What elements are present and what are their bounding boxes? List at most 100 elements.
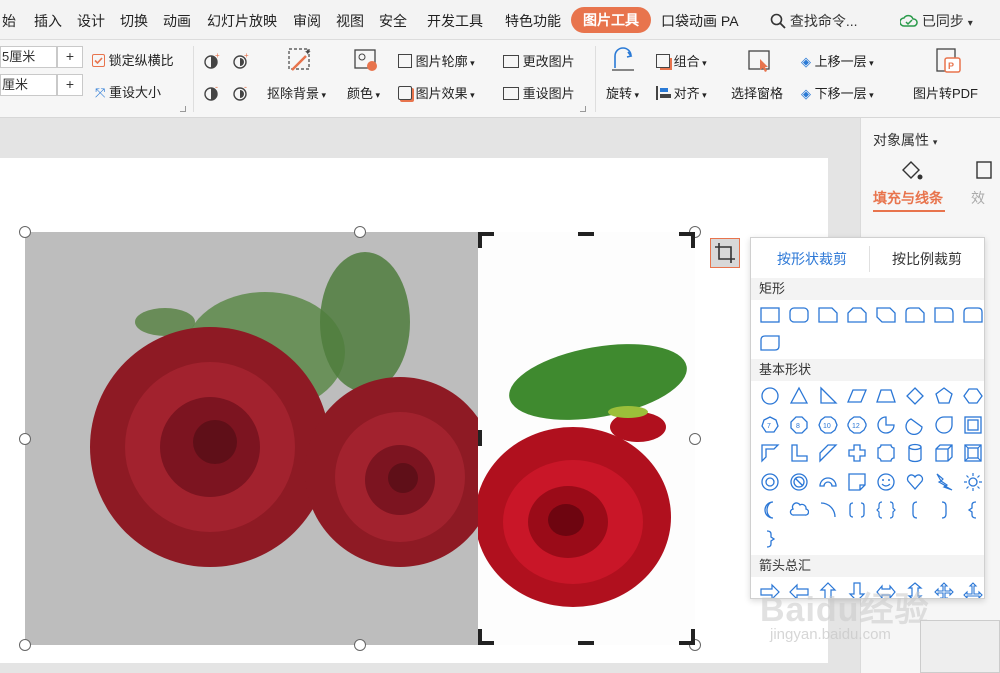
shape-double-brace[interactable] (871, 495, 900, 524)
height-increase-button[interactable]: + (57, 46, 83, 68)
tab-crop-by-ratio[interactable]: 按比例裁剪 (892, 249, 962, 269)
shape-decagon[interactable]: 10 (813, 410, 842, 439)
rose-photo-cropped-area[interactable] (25, 232, 478, 645)
shape-dodecagon[interactable]: 12 (842, 410, 871, 439)
object-properties-title[interactable]: 对象属性 ▾ (873, 130, 937, 150)
sync-status[interactable]: 已同步 ▾ (899, 11, 973, 31)
resize-handle-bottom-center[interactable] (354, 639, 366, 651)
shape-heart[interactable] (900, 467, 929, 496)
shape-block-arc[interactable] (813, 467, 842, 496)
reset-size-button[interactable]: ⤧ 重设大小 (95, 82, 161, 101)
shape-pentagon[interactable] (929, 381, 958, 410)
remove-background-button[interactable]: 抠除背景 ▾ (267, 83, 326, 102)
shape-round-corner-rectangle[interactable] (929, 300, 958, 329)
resize-handle-bottom-left[interactable] (19, 639, 31, 651)
bring-forward-button[interactable]: ◈ 上移一层 ▾ (801, 51, 874, 70)
shape-plus[interactable] (842, 438, 871, 467)
width-increase-button[interactable]: + (57, 74, 83, 96)
shape-can[interactable] (900, 438, 929, 467)
menu-view[interactable]: 视图 (336, 11, 364, 31)
resize-handle-middle-right[interactable] (689, 433, 701, 445)
shape-oval[interactable] (755, 381, 784, 410)
contrast-up-icon[interactable]: + (232, 52, 250, 70)
menu-review[interactable]: 审阅 (293, 11, 321, 31)
shape-round-same-side-rectangle[interactable] (958, 300, 984, 329)
command-search[interactable]: 查找命令... (770, 11, 858, 31)
menu-transition[interactable]: 切换 (120, 11, 148, 31)
menu-security[interactable]: 安全 (379, 11, 407, 31)
tab-picture-tools[interactable]: 图片工具 (571, 7, 651, 33)
shape-double-bracket[interactable] (842, 495, 871, 524)
shape-right-bracket[interactable] (929, 495, 958, 524)
shape-trapezoid[interactable] (871, 381, 900, 410)
picture-to-pdf-button[interactable]: 图片转PDF (913, 83, 978, 102)
shape-snip-same-side-rectangle[interactable] (842, 300, 871, 329)
lock-ratio-checkbox[interactable]: 锁定纵横比 (92, 50, 174, 69)
shape-sun[interactable] (958, 467, 984, 496)
align-button[interactable]: 对齐 ▾ (656, 83, 707, 102)
tab-fill-and-line[interactable]: 填充与线条 (873, 188, 943, 208)
shape-snip-diagonal-rectangle[interactable] (871, 300, 900, 329)
color-button[interactable]: 颜色 ▾ (347, 83, 380, 102)
change-picture-button[interactable]: 更改图片 (503, 51, 575, 70)
brightness-up-icon[interactable]: + (203, 52, 221, 70)
resize-handle-middle-left[interactable] (19, 433, 31, 445)
size-dialog-launcher[interactable] (180, 106, 186, 112)
crop-button[interactable] (710, 238, 740, 268)
shape-half-frame[interactable] (755, 438, 784, 467)
shape-pie[interactable] (871, 410, 900, 439)
shape-right-triangle[interactable] (813, 381, 842, 410)
shape-left-brace[interactable] (958, 495, 984, 524)
shape-rectangle[interactable] (755, 300, 784, 329)
shape-diagonal-stripe[interactable] (813, 438, 842, 467)
shape-snip-round-rectangle[interactable] (900, 300, 929, 329)
shape-right-brace[interactable] (755, 524, 784, 553)
width-input[interactable]: 厘米 (0, 74, 57, 96)
shape-cube[interactable] (929, 438, 958, 467)
shape-smiley-face[interactable] (871, 467, 900, 496)
shape-snip-corner-rectangle[interactable] (813, 300, 842, 329)
shape-diamond[interactable] (900, 381, 929, 410)
shape-parallelogram[interactable] (842, 381, 871, 410)
shape-no-symbol[interactable] (784, 467, 813, 496)
picture-outline-button[interactable]: 图片轮廓 ▾ (398, 51, 475, 70)
menu-features[interactable]: 特色功能 (505, 11, 561, 31)
menu-pocket-animation[interactable]: 口袋动画 PA (661, 11, 739, 31)
resize-handle-top-left[interactable] (19, 226, 31, 238)
shape-folded-corner[interactable] (842, 467, 871, 496)
shape-chord[interactable] (900, 410, 929, 439)
shape-teardrop[interactable] (929, 410, 958, 439)
shape-donut[interactable] (755, 467, 784, 496)
shape-hexagon[interactable] (958, 381, 984, 410)
shape-left-right-up-arrow[interactable] (958, 577, 984, 598)
brightness-down-icon[interactable]: - (203, 84, 221, 102)
shape-left-bracket[interactable] (900, 495, 929, 524)
tab-effects[interactable]: 效 (971, 188, 985, 208)
shape-heptagon[interactable]: 7 (755, 410, 784, 439)
send-backward-button[interactable]: ◈ 下移一层 ▾ (801, 83, 874, 102)
height-input[interactable]: 5厘米 (0, 46, 57, 68)
shape-plaque[interactable] (871, 438, 900, 467)
shape-arc[interactable] (813, 495, 842, 524)
contrast-down-icon[interactable]: - (232, 84, 250, 102)
reset-picture-button[interactable]: 重设图片 (503, 83, 575, 102)
menu-start[interactable]: 始 (2, 11, 16, 31)
menu-developer[interactable]: 开发工具 (427, 11, 483, 31)
selection-pane-button[interactable]: 选择窗格 (731, 83, 783, 102)
menu-insert[interactable]: 插入 (34, 11, 62, 31)
group-button[interactable]: 组合 ▾ (656, 51, 707, 70)
shape-round-diagonal-rectangle[interactable] (755, 328, 784, 357)
shape-rounded-rectangle[interactable] (784, 300, 813, 329)
shape-lightning-bolt[interactable] (929, 467, 958, 496)
shape-cloud[interactable] (784, 495, 813, 524)
resize-handle-top-center[interactable] (354, 226, 366, 238)
tab-crop-by-shape[interactable]: 按形状裁剪 (777, 249, 847, 269)
rose-photo-visible-area[interactable] (478, 232, 695, 645)
menu-slideshow[interactable]: 幻灯片放映 (207, 11, 277, 31)
shape-moon[interactable] (755, 495, 784, 524)
shape-bevel[interactable] (958, 438, 984, 467)
shape-octagon[interactable]: 8 (784, 410, 813, 439)
shape-triangle[interactable] (784, 381, 813, 410)
menu-animation[interactable]: 动画 (163, 11, 191, 31)
shape-quad-arrow[interactable] (929, 577, 958, 598)
